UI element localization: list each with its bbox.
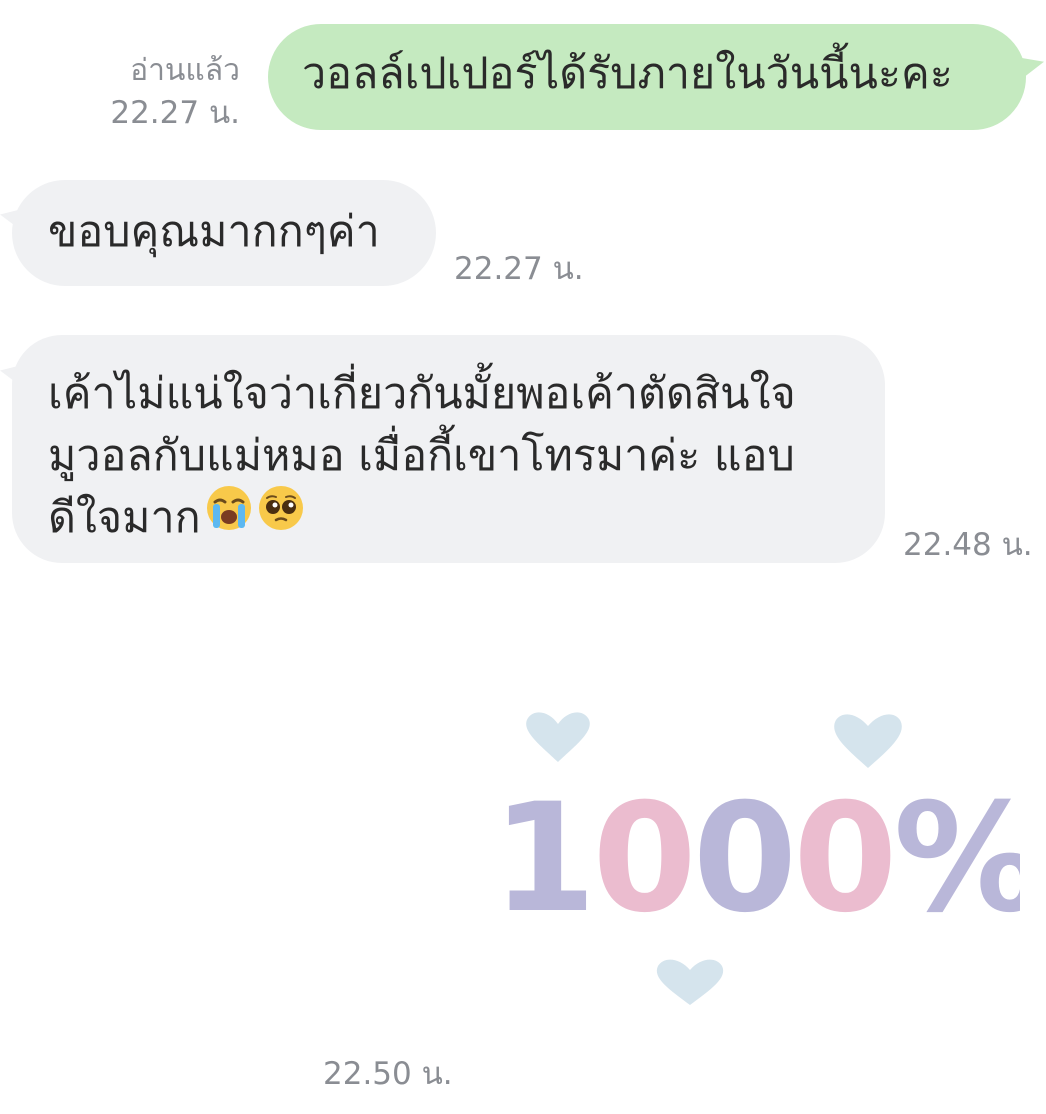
sticker-1000-percent[interactable]: 1000%: [480, 700, 1044, 1020]
incoming-message-text: ขอบคุณมากกๆค่า: [48, 207, 380, 257]
incoming-message-time: 22.27 น.: [454, 251, 584, 287]
incoming-message-line-with-emoji: ดีใจมาก: [48, 484, 845, 549]
svg-text:1000%: 1000%: [492, 772, 1020, 946]
heart-icon: [656, 959, 724, 1005]
incoming-message-bubble[interactable]: ขอบคุณมากกๆค่า: [12, 180, 436, 286]
heart-icon: [526, 712, 590, 762]
incoming-message-line: เค้าไม่แน่ใจว่าเกี่ยวกันมั้ยพอเค้าตัดสิน…: [48, 369, 796, 419]
pleading-face-emoji: [257, 484, 305, 549]
outgoing-message-bubble[interactable]: วอลล์เปเปอร์ได้รับภายในวันนี้นะคะ: [268, 24, 1026, 130]
incoming-message-line: ดีใจมาก: [48, 493, 201, 543]
sticker-digit-0: 0: [693, 772, 793, 946]
sticker-digit-0: 0: [793, 772, 893, 946]
sticker-time: 22.50 น.: [323, 1056, 453, 1092]
sticker-percent: %: [894, 772, 1021, 946]
incoming-message-time: 22.48 น.: [903, 527, 1033, 563]
incoming-message-line: มูวอลกับแม่หมอ เมื่อกี้เขาโทรมาค่ะ แอบ: [48, 431, 795, 481]
sticker-digit-0: 0: [592, 772, 692, 946]
heart-icon: [834, 714, 902, 768]
read-receipt: อ่านแล้ว: [130, 53, 240, 88]
outgoing-message-time: 22.27 น.: [110, 95, 240, 131]
sticker-digit-1: 1: [492, 772, 592, 946]
loudly-crying-face-emoji: [205, 484, 253, 549]
incoming-message-bubble[interactable]: เค้าไม่แน่ใจว่าเกี่ยวกันมั้ยพอเค้าตัดสิน…: [12, 335, 885, 563]
outgoing-message-text: วอลล์เปเปอร์ได้รับภายในวันนี้นะคะ: [302, 49, 953, 99]
sticker-graphic: 1000%: [492, 712, 1044, 1005]
